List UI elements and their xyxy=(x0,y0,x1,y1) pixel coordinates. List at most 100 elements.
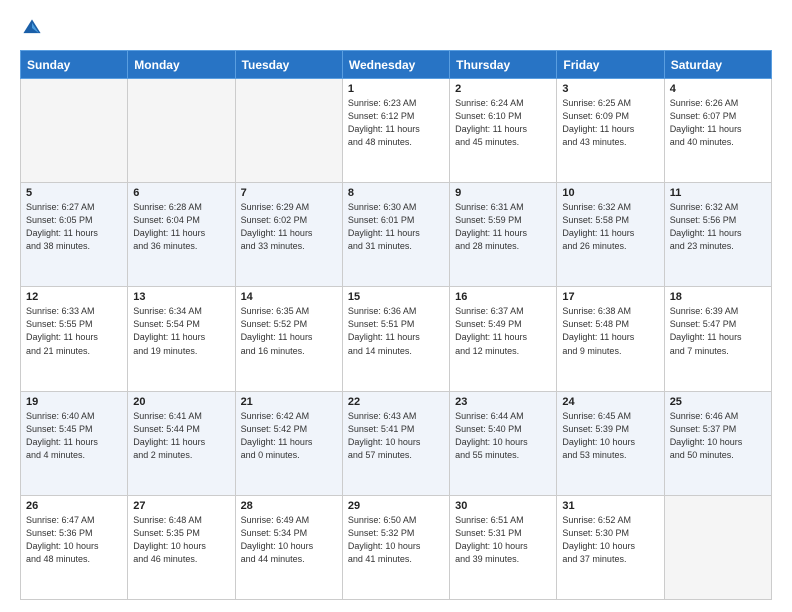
day-info: Sunrise: 6:29 AM Sunset: 6:02 PM Dayligh… xyxy=(241,201,337,253)
calendar-cell: 29Sunrise: 6:50 AM Sunset: 5:32 PM Dayli… xyxy=(342,495,449,599)
day-info: Sunrise: 6:48 AM Sunset: 5:35 PM Dayligh… xyxy=(133,514,229,566)
logo-icon xyxy=(20,16,44,40)
calendar-cell xyxy=(235,79,342,183)
day-number: 4 xyxy=(670,83,766,95)
calendar-cell: 18 Sunrise: 6:39 AM Sunset: 5:47 PM Dayli… xyxy=(664,287,771,391)
day-info: Sunrise: 6:46 AM Sunset: 5:37 PM Dayligh… xyxy=(670,410,766,462)
day-info: Sunrise: 6:35 AM Sunset: 5:52 PM Dayligh… xyxy=(241,305,337,357)
day-info: Sunrise: 6:28 AM Sunset: 6:04 PM Dayligh… xyxy=(133,201,229,253)
calendar-cell: 1 Sunrise: 6:23 AM Sunset: 6:12 PM Daylig… xyxy=(342,79,449,183)
calendar-cell: 3 Sunrise: 6:25 AM Sunset: 6:09 PM Daylig… xyxy=(557,79,664,183)
calendar-cell: 28 Sunrise: 6:49 AM Sunset: 5:34 PM Dayli… xyxy=(235,495,342,599)
day-number: 27 xyxy=(133,500,229,512)
day-info: Sunrise: 6:51 AM Sunset: 5:31 PM Dayligh… xyxy=(455,514,551,566)
col-header-tuesday: Tuesday xyxy=(235,51,342,79)
day-info: Sunrise: 6:30 AM Sunset: 6:01 PM Dayligh… xyxy=(348,201,444,253)
header xyxy=(20,16,772,40)
calendar-cell: 14 Sunrise: 6:35 AM Sunset: 5:52 PM Dayli… xyxy=(235,287,342,391)
col-header-sunday: Sunday xyxy=(21,51,128,79)
calendar-cell: 6 Sunrise: 6:28 AM Sunset: 6:04 PM Daylig… xyxy=(128,183,235,287)
calendar-week-row: 19Sunrise: 6:40 AM Sunset: 5:45 PM Dayli… xyxy=(21,391,772,495)
day-number: 17 xyxy=(562,291,658,303)
calendar-week-row: 5 Sunrise: 6:27 AM Sunset: 6:05 PM Daylig… xyxy=(21,183,772,287)
day-info: Sunrise: 6:45 AM Sunset: 5:39 PM Dayligh… xyxy=(562,410,658,462)
calendar-cell: 15Sunrise: 6:36 AM Sunset: 5:51 PM Dayli… xyxy=(342,287,449,391)
day-number: 11 xyxy=(670,187,766,199)
day-info: Sunrise: 6:47 AM Sunset: 5:36 PM Dayligh… xyxy=(26,514,122,566)
day-info: Sunrise: 6:32 AM Sunset: 5:56 PM Dayligh… xyxy=(670,201,766,253)
day-info: Sunrise: 6:23 AM Sunset: 6:12 PM Dayligh… xyxy=(348,97,444,149)
calendar-table: SundayMondayTuesdayWednesdayThursdayFrid… xyxy=(20,50,772,600)
calendar-cell: 5 Sunrise: 6:27 AM Sunset: 6:05 PM Daylig… xyxy=(21,183,128,287)
calendar-cell: 31Sunrise: 6:52 AM Sunset: 5:30 PM Dayli… xyxy=(557,495,664,599)
day-number: 14 xyxy=(241,291,337,303)
calendar-cell: 19Sunrise: 6:40 AM Sunset: 5:45 PM Dayli… xyxy=(21,391,128,495)
calendar-cell xyxy=(664,495,771,599)
day-info: Sunrise: 6:39 AM Sunset: 5:47 PM Dayligh… xyxy=(670,305,766,357)
day-info: Sunrise: 6:26 AM Sunset: 6:07 PM Dayligh… xyxy=(670,97,766,149)
day-number: 1 xyxy=(348,83,444,95)
day-number: 21 xyxy=(241,396,337,408)
page: SundayMondayTuesdayWednesdayThursdayFrid… xyxy=(0,0,792,612)
calendar-cell: 2 Sunrise: 6:24 AM Sunset: 6:10 PM Daylig… xyxy=(450,79,557,183)
calendar-cell: 13 Sunrise: 6:34 AM Sunset: 5:54 PM Dayli… xyxy=(128,287,235,391)
day-number: 3 xyxy=(562,83,658,95)
calendar-cell: 8 Sunrise: 6:30 AM Sunset: 6:01 PM Daylig… xyxy=(342,183,449,287)
calendar-header-row: SundayMondayTuesdayWednesdayThursdayFrid… xyxy=(21,51,772,79)
calendar-cell: 22 Sunrise: 6:43 AM Sunset: 5:41 PM Dayli… xyxy=(342,391,449,495)
col-header-wednesday: Wednesday xyxy=(342,51,449,79)
day-number: 19 xyxy=(26,396,122,408)
calendar-cell: 26 Sunrise: 6:47 AM Sunset: 5:36 PM Dayli… xyxy=(21,495,128,599)
day-number: 26 xyxy=(26,500,122,512)
day-info: Sunrise: 6:50 AM Sunset: 5:32 PM Dayligh… xyxy=(348,514,444,566)
day-info: Sunrise: 6:43 AM Sunset: 5:41 PM Dayligh… xyxy=(348,410,444,462)
day-info: Sunrise: 6:37 AM Sunset: 5:49 PM Dayligh… xyxy=(455,305,551,357)
day-info: Sunrise: 6:32 AM Sunset: 5:58 PM Dayligh… xyxy=(562,201,658,253)
calendar-cell: 23Sunrise: 6:44 AM Sunset: 5:40 PM Dayli… xyxy=(450,391,557,495)
day-number: 2 xyxy=(455,83,551,95)
calendar-cell: 16 Sunrise: 6:37 AM Sunset: 5:49 PM Dayli… xyxy=(450,287,557,391)
day-number: 20 xyxy=(133,396,229,408)
day-number: 5 xyxy=(26,187,122,199)
day-number: 12 xyxy=(26,291,122,303)
calendar-cell: 7 Sunrise: 6:29 AM Sunset: 6:02 PM Daylig… xyxy=(235,183,342,287)
day-info: Sunrise: 6:34 AM Sunset: 5:54 PM Dayligh… xyxy=(133,305,229,357)
day-number: 23 xyxy=(455,396,551,408)
day-info: Sunrise: 6:41 AM Sunset: 5:44 PM Dayligh… xyxy=(133,410,229,462)
calendar-cell: 21 Sunrise: 6:42 AM Sunset: 5:42 PM Dayli… xyxy=(235,391,342,495)
calendar-cell: 25 Sunrise: 6:46 AM Sunset: 5:37 PM Dayli… xyxy=(664,391,771,495)
logo xyxy=(20,16,48,40)
day-number: 18 xyxy=(670,291,766,303)
calendar-cell xyxy=(21,79,128,183)
calendar-cell: 17 Sunrise: 6:38 AM Sunset: 5:48 PM Dayli… xyxy=(557,287,664,391)
day-number: 9 xyxy=(455,187,551,199)
calendar-week-row: 12 Sunrise: 6:33 AM Sunset: 5:55 PM Dayli… xyxy=(21,287,772,391)
day-number: 7 xyxy=(241,187,337,199)
day-info: Sunrise: 6:25 AM Sunset: 6:09 PM Dayligh… xyxy=(562,97,658,149)
calendar-cell: 10Sunrise: 6:32 AM Sunset: 5:58 PM Dayli… xyxy=(557,183,664,287)
day-info: Sunrise: 6:27 AM Sunset: 6:05 PM Dayligh… xyxy=(26,201,122,253)
col-header-monday: Monday xyxy=(128,51,235,79)
calendar-cell: 30 Sunrise: 6:51 AM Sunset: 5:31 PM Dayli… xyxy=(450,495,557,599)
day-number: 31 xyxy=(562,500,658,512)
day-number: 16 xyxy=(455,291,551,303)
day-info: Sunrise: 6:49 AM Sunset: 5:34 PM Dayligh… xyxy=(241,514,337,566)
day-number: 30 xyxy=(455,500,551,512)
calendar-cell: 4 Sunrise: 6:26 AM Sunset: 6:07 PM Daylig… xyxy=(664,79,771,183)
day-info: Sunrise: 6:38 AM Sunset: 5:48 PM Dayligh… xyxy=(562,305,658,357)
day-number: 25 xyxy=(670,396,766,408)
day-info: Sunrise: 6:42 AM Sunset: 5:42 PM Dayligh… xyxy=(241,410,337,462)
day-info: Sunrise: 6:24 AM Sunset: 6:10 PM Dayligh… xyxy=(455,97,551,149)
day-info: Sunrise: 6:31 AM Sunset: 5:59 PM Dayligh… xyxy=(455,201,551,253)
calendar-cell: 12 Sunrise: 6:33 AM Sunset: 5:55 PM Dayli… xyxy=(21,287,128,391)
day-number: 6 xyxy=(133,187,229,199)
day-number: 13 xyxy=(133,291,229,303)
day-number: 28 xyxy=(241,500,337,512)
day-number: 22 xyxy=(348,396,444,408)
calendar-cell: 24Sunrise: 6:45 AM Sunset: 5:39 PM Dayli… xyxy=(557,391,664,495)
day-number: 8 xyxy=(348,187,444,199)
day-info: Sunrise: 6:33 AM Sunset: 5:55 PM Dayligh… xyxy=(26,305,122,357)
day-info: Sunrise: 6:36 AM Sunset: 5:51 PM Dayligh… xyxy=(348,305,444,357)
calendar-cell: 9 Sunrise: 6:31 AM Sunset: 5:59 PM Daylig… xyxy=(450,183,557,287)
col-header-friday: Friday xyxy=(557,51,664,79)
